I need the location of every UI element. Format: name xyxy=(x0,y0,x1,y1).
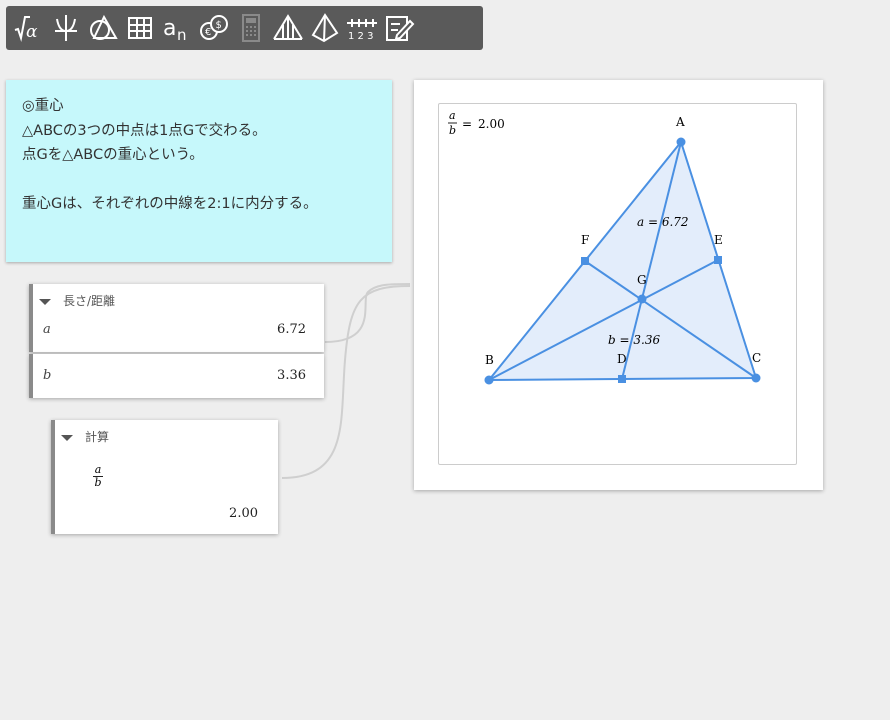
ratio-equals: = xyxy=(462,117,472,131)
label-b: B xyxy=(485,353,494,367)
label-c: C xyxy=(752,351,761,365)
label-e: E xyxy=(714,233,723,247)
geometry-drawing: a b = 2.00 A B C D E F G a = 6.72 b = 3.… xyxy=(448,109,761,385)
point-d[interactable] xyxy=(618,375,626,383)
label-g: G xyxy=(637,273,647,287)
point-f[interactable] xyxy=(581,257,589,265)
segment-label-a: a = 6.72 xyxy=(637,215,689,229)
ratio-numerator: a xyxy=(449,109,456,122)
ratio-value: 2.00 xyxy=(478,117,505,131)
point-c[interactable] xyxy=(751,373,761,383)
point-b[interactable] xyxy=(484,375,494,385)
label-d: D xyxy=(617,352,627,366)
ratio-denominator: b xyxy=(449,124,456,137)
point-a[interactable] xyxy=(676,137,686,147)
point-g[interactable] xyxy=(637,294,647,304)
segment-label-b: b = 3.36 xyxy=(608,333,660,347)
label-a: A xyxy=(675,115,685,129)
label-f: F xyxy=(581,233,589,247)
point-e[interactable] xyxy=(714,256,722,264)
